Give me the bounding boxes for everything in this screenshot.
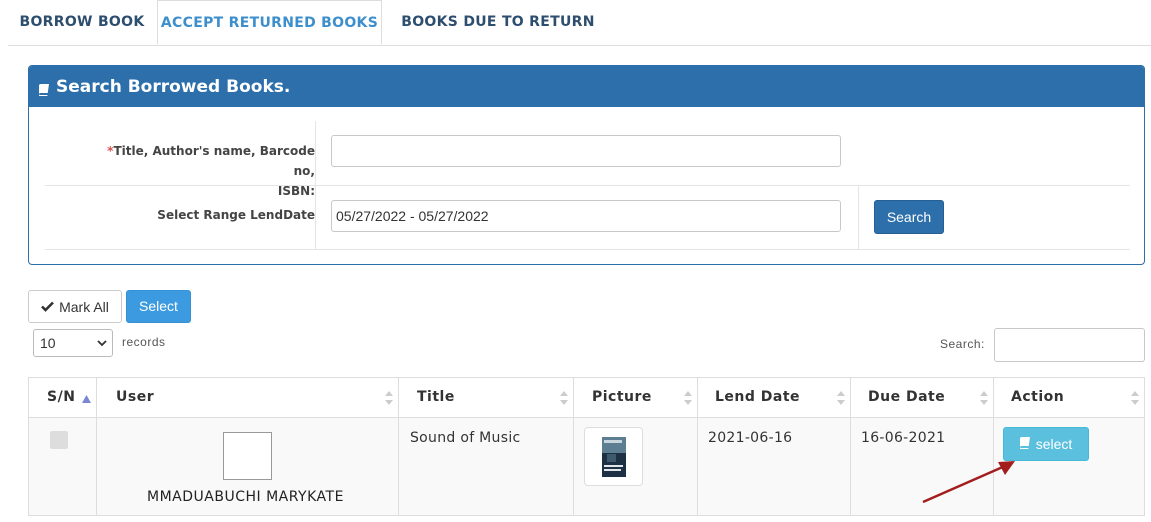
due-date: 16-06-2021 [861, 430, 946, 446]
sort-icon [980, 391, 988, 405]
check-icon [41, 299, 55, 315]
avatar [223, 432, 272, 480]
tab-accept-returned-books[interactable]: ACCEPT RETURNED BOOKS [157, 0, 382, 45]
range-row: Select Range LendDate Search [45, 185, 1130, 250]
column-header-due-date[interactable]: Due Date [850, 378, 993, 417]
book-title: Sound of Music [410, 430, 521, 446]
page-length-select[interactable]: 10 [33, 329, 113, 357]
column-header-user[interactable]: User [96, 378, 398, 417]
column-header-title[interactable]: Title [398, 378, 573, 417]
date-range-input[interactable] [331, 200, 841, 232]
sort-icon [837, 391, 845, 405]
range-label: Select Range LendDate [157, 208, 315, 222]
select-action-label: select [1035, 436, 1073, 452]
sort-icon [1131, 391, 1139, 405]
records-label: records [122, 335, 166, 349]
book-cover-image[interactable] [584, 427, 643, 486]
mark-all-label: Mark All [59, 298, 109, 315]
chevron-down-icon [97, 330, 107, 366]
user-name: MMADUABUCHI MARYKATE [147, 489, 344, 505]
sort-icon [560, 391, 568, 405]
divider [858, 185, 859, 249]
divider [315, 121, 316, 185]
table-header: S/N User Title Picture Lend Date Due Dat… [28, 377, 1145, 418]
book-cover-icon [602, 437, 626, 477]
column-header-lend-date[interactable]: Lend Date [697, 378, 850, 417]
panel-header: Search Borrowed Books. [29, 66, 1144, 107]
tab-bar: BORROW BOOK ACCEPT RETURNED BOOKS BOOKS … [8, 0, 1151, 46]
row-checkbox[interactable] [50, 431, 68, 449]
query-row: *Title, Author's name, Barcode no, ISBN: [45, 121, 1130, 198]
table-search-label: Search: [940, 337, 985, 351]
column-header-action[interactable]: Action [993, 378, 1145, 417]
search-button[interactable]: Search [874, 200, 944, 234]
tab-borrow-book[interactable]: BORROW BOOK [8, 0, 156, 44]
column-header-picture[interactable]: Picture [573, 378, 697, 417]
panel-title: Search Borrowed Books. [56, 76, 291, 97]
page-length-value: 10 [40, 335, 56, 351]
table-search-input[interactable] [994, 328, 1145, 362]
sort-icon [684, 391, 692, 405]
column-header-sn[interactable]: S/N [28, 378, 96, 417]
sort-asc-icon [82, 390, 91, 408]
tab-books-due-to-return[interactable]: BOOKS DUE TO RETURN [393, 0, 603, 44]
book-icon [37, 81, 49, 96]
divider [315, 185, 316, 249]
sort-icon [385, 391, 393, 405]
query-input[interactable] [331, 135, 841, 167]
select-button[interactable]: Select [126, 290, 191, 323]
lend-date: 2021-06-16 [708, 430, 793, 446]
mark-all-button[interactable]: Mark All [28, 290, 122, 323]
search-panel: Search Borrowed Books. *Title, Author's … [28, 65, 1145, 265]
arrow-annotation [922, 461, 1015, 504]
